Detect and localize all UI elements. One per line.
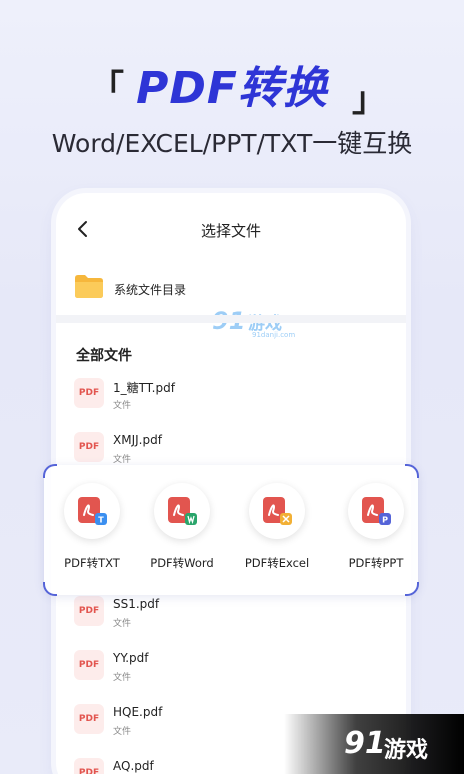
- file-name: SS1.pdf: [113, 597, 160, 611]
- panel-corner: [405, 582, 419, 596]
- tool-icon-circle: P: [348, 483, 404, 539]
- hero-title: PDF转换: [136, 63, 328, 114]
- watermark-url: 91danji.com: [252, 331, 296, 339]
- nav-bar: 选择文件: [56, 193, 406, 265]
- pdf-file-icon: PDF: [74, 650, 104, 680]
- corner-logo-num: 91: [344, 726, 386, 761]
- folder-label: 系统文件目录: [114, 283, 187, 297]
- hero-subtitle: Word/EXCEL/PPT/TXT一键互换: [51, 129, 413, 158]
- file-type: 文件: [113, 727, 132, 737]
- corner-logo-text: 游戏: [384, 738, 429, 763]
- section-divider: [56, 315, 406, 323]
- conversion-tools-panel: T PDF转TXT PDF转Word PDF转Excel P PDF转PPT: [43, 464, 419, 596]
- file-type: 文件: [113, 401, 132, 411]
- tool-label: PDF转TXT: [64, 556, 120, 570]
- all-files-heading: 全部文件: [76, 348, 132, 364]
- file-name: XMJJ.pdf: [113, 433, 162, 447]
- file-item[interactable]: PDF YY.pdf 文件: [74, 650, 394, 690]
- pdf-to-word-button[interactable]: PDF转Word: [134, 483, 230, 583]
- tool-label: PDF转Word: [150, 556, 214, 570]
- pdf-file-icon: PDF: [74, 758, 104, 774]
- pdf-to-txt-button[interactable]: T PDF转TXT: [44, 483, 140, 583]
- tool-label: PDF转Excel: [244, 556, 310, 570]
- svg-text:T: T: [98, 516, 104, 525]
- tool-label: PDF转PPT: [348, 556, 404, 570]
- file-type: 文件: [113, 455, 132, 465]
- tool-icon-circle: T: [64, 483, 120, 539]
- hero-bracket-right: 」: [352, 80, 386, 120]
- tool-icon-circle: [249, 483, 305, 539]
- pdf-to-excel-button[interactable]: PDF转Excel: [229, 483, 325, 583]
- file-type: 文件: [113, 673, 132, 683]
- file-name: HQE.pdf: [113, 705, 163, 719]
- pdf-to-word-icon: [168, 497, 197, 525]
- file-type: 文件: [113, 619, 132, 629]
- folder-icon: [75, 275, 103, 298]
- pdf-file-icon: PDF: [74, 704, 104, 734]
- panel-corner: [43, 582, 57, 596]
- pdf-to-ppt-button[interactable]: P PDF转PPT: [328, 483, 424, 583]
- pdf-to-excel-icon: [263, 497, 292, 525]
- file-item[interactable]: PDF SS1.pdf 文件: [74, 596, 394, 636]
- file-name: YY.pdf: [113, 651, 149, 665]
- page-title: 选择文件: [200, 222, 261, 240]
- watermark-logo: 91 游戏 91danji.com: [212, 305, 308, 345]
- file-item[interactable]: PDF 1_糖TT.pdf 文件: [74, 378, 394, 418]
- site-corner-logo: 91 游戏: [284, 714, 464, 774]
- svg-text:P: P: [382, 516, 388, 525]
- pdf-to-ppt-icon: P: [362, 497, 391, 525]
- tool-icon-circle: [154, 483, 210, 539]
- file-name: AQ.pdf: [113, 759, 154, 773]
- pdf-to-txt-icon: T: [78, 497, 107, 525]
- file-name: 1_糖TT.pdf: [113, 381, 175, 395]
- pdf-file-icon: PDF: [74, 432, 104, 462]
- pdf-file-icon: PDF: [74, 378, 104, 408]
- pdf-file-icon: PDF: [74, 596, 104, 626]
- panel-corner: [405, 464, 419, 478]
- panel-corner: [43, 464, 57, 478]
